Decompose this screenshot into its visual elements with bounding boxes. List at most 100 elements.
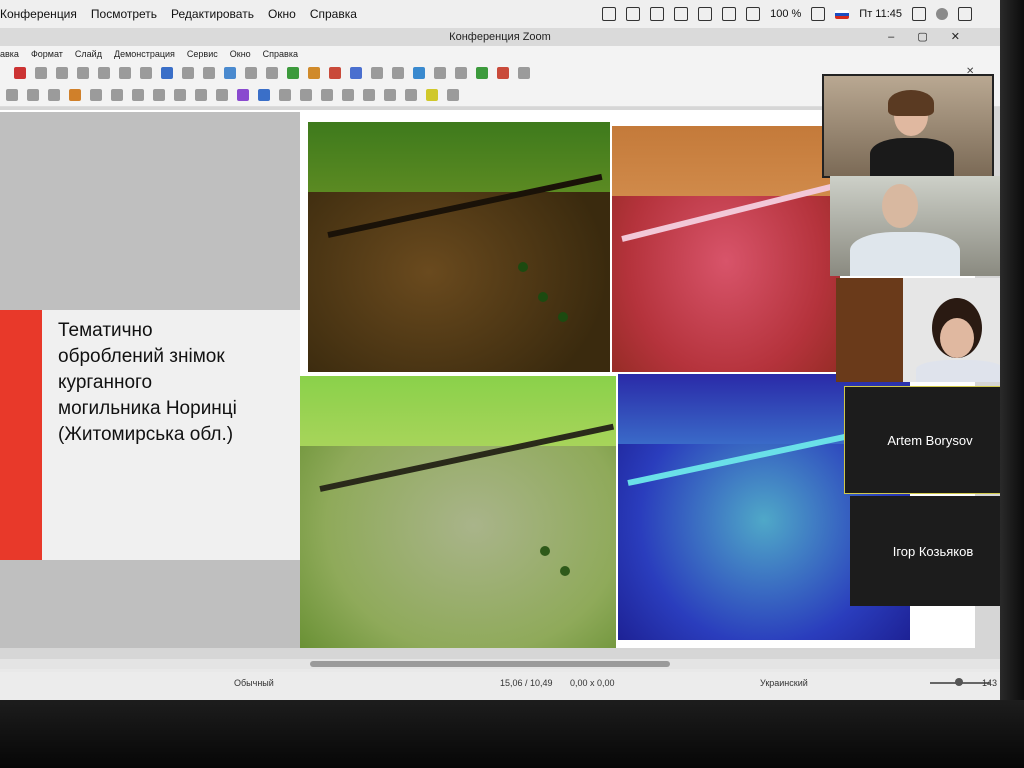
duplicate-slide-icon[interactable] (266, 67, 278, 79)
menu-slideshow[interactable]: Демонстрация (114, 49, 175, 59)
table-icon[interactable] (287, 67, 299, 79)
distribute-icon[interactable] (321, 89, 333, 101)
video-tile-participant-3[interactable] (836, 278, 1000, 382)
horizontal-scrollbar[interactable] (0, 659, 1000, 669)
hyperlink-icon[interactable] (434, 67, 446, 79)
toggle-extrusion-icon[interactable] (447, 89, 459, 101)
display-grid-icon[interactable] (518, 67, 530, 79)
master-slide-icon[interactable] (224, 67, 236, 79)
window-title: Конференция Zoom (449, 31, 551, 43)
participant-tile-ihor[interactable]: Ігор Козьяков (850, 496, 1000, 606)
callouts-icon[interactable] (195, 89, 207, 101)
menu-list-icon[interactable] (958, 7, 972, 21)
bluetooth-icon[interactable] (722, 7, 737, 21)
start-slideshow-icon[interactable] (497, 67, 509, 79)
rotate-icon[interactable] (258, 89, 270, 101)
status-language[interactable]: Украинский (760, 678, 808, 688)
monitor-bezel-right (1000, 0, 1024, 768)
curve-icon[interactable] (69, 89, 81, 101)
undo-icon[interactable] (98, 67, 110, 79)
3d-objects-icon[interactable] (237, 89, 249, 101)
aerial-image-natural[interactable] (308, 122, 610, 372)
clone-format-icon[interactable] (77, 67, 89, 79)
chart-icon[interactable] (350, 67, 362, 79)
participant-body (916, 360, 1000, 382)
cc-icon[interactable] (650, 7, 665, 21)
shield-icon[interactable] (626, 7, 641, 21)
battery-icon[interactable] (811, 7, 826, 21)
menu-help[interactable]: Справка (310, 7, 357, 21)
basic-shapes-icon[interactable] (111, 89, 123, 101)
mail-icon[interactable] (698, 7, 713, 21)
connector-icon[interactable] (90, 89, 102, 101)
b-icon[interactable] (674, 7, 689, 21)
slide-gray-block (0, 112, 300, 312)
glue-points-icon[interactable] (426, 89, 438, 101)
participant-name: Ігор Козьяков (892, 543, 974, 559)
points-icon[interactable] (405, 89, 417, 101)
menu-slide[interactable]: Слайд (75, 49, 102, 59)
textbox-icon[interactable] (371, 67, 383, 79)
scroll-thumb[interactable] (310, 661, 670, 667)
special-character-icon[interactable] (392, 67, 404, 79)
filter-icon[interactable] (384, 89, 396, 101)
cut-icon[interactable] (14, 67, 26, 79)
slide-red-bar (0, 310, 42, 560)
paste-icon[interactable] (56, 67, 68, 79)
slide-gray-block-bottom (0, 560, 300, 648)
aerial-image-false-color-red[interactable] (612, 126, 840, 372)
aerial-image-green[interactable] (300, 376, 616, 648)
media-icon[interactable] (329, 67, 341, 79)
participant-hair (888, 90, 934, 116)
block-arrows-icon[interactable] (153, 89, 165, 101)
status-area: 100 % Пт 11:45 (602, 0, 972, 28)
search-icon[interactable] (912, 7, 926, 21)
statusbar: Обычный 15,06 / 10,49 0,00 x 0,00 Украин… (0, 672, 1000, 700)
ellipse-icon[interactable] (27, 89, 39, 101)
symbol-shapes-icon[interactable] (132, 89, 144, 101)
mac-menubar: Конференция Посмотреть Редактировать Окн… (0, 0, 1000, 28)
draw-functions-icon[interactable] (455, 67, 467, 79)
grid-icon[interactable] (182, 67, 194, 79)
flowchart-icon[interactable] (174, 89, 186, 101)
shadow-icon[interactable] (342, 89, 354, 101)
line-arrow-icon[interactable] (48, 89, 60, 101)
menu-conference[interactable]: Конференция (0, 7, 77, 21)
zoom-slider-knob[interactable] (955, 678, 963, 686)
wifi-icon[interactable] (746, 7, 761, 21)
arrange-icon[interactable] (300, 89, 312, 101)
spelling-icon[interactable] (161, 67, 173, 79)
menu-insert[interactable]: авка (0, 49, 19, 59)
copy-icon[interactable] (35, 67, 47, 79)
display-views-icon[interactable] (203, 67, 215, 79)
insert-slide-icon[interactable] (476, 67, 488, 79)
image-icon[interactable] (308, 67, 320, 79)
participant-tile-artem[interactable]: Artem Borysov (844, 386, 1000, 494)
redo-icon[interactable] (119, 67, 131, 79)
menu-view[interactable]: Посмотреть (91, 7, 157, 21)
tree-mark (560, 566, 570, 576)
clock[interactable]: Пт 11:45 (859, 8, 902, 20)
rectangle-icon[interactable] (6, 89, 18, 101)
menu-edit[interactable]: Редактировать (171, 7, 254, 21)
menu-help-impress[interactable]: Справка (263, 49, 298, 59)
flag-icon[interactable] (835, 9, 850, 19)
align-icon[interactable] (279, 89, 291, 101)
fontwork-icon[interactable] (413, 67, 425, 79)
crop-icon[interactable] (363, 89, 375, 101)
menu-tools[interactable]: Сервис (187, 49, 218, 59)
video-tile-participant-2[interactable] (830, 176, 1000, 276)
menu-window[interactable]: Окно (268, 7, 296, 21)
window-controls-icon[interactable]: – ▢ ✕ (888, 28, 970, 46)
participant-name: Artem Borysov (887, 432, 973, 448)
stars-icon[interactable] (216, 89, 228, 101)
status-zoom[interactable]: 143 (982, 678, 997, 688)
video-tile-participant-1[interactable] (822, 74, 994, 178)
find-replace-icon[interactable] (140, 67, 152, 79)
user-icon[interactable] (936, 8, 948, 20)
zoom-tray-icon[interactable] (602, 7, 617, 21)
menu-format[interactable]: Формат (31, 49, 63, 59)
menu-window-impress[interactable]: Окно (230, 49, 251, 59)
new-slide-icon[interactable] (245, 67, 257, 79)
tree-mark (538, 292, 548, 302)
